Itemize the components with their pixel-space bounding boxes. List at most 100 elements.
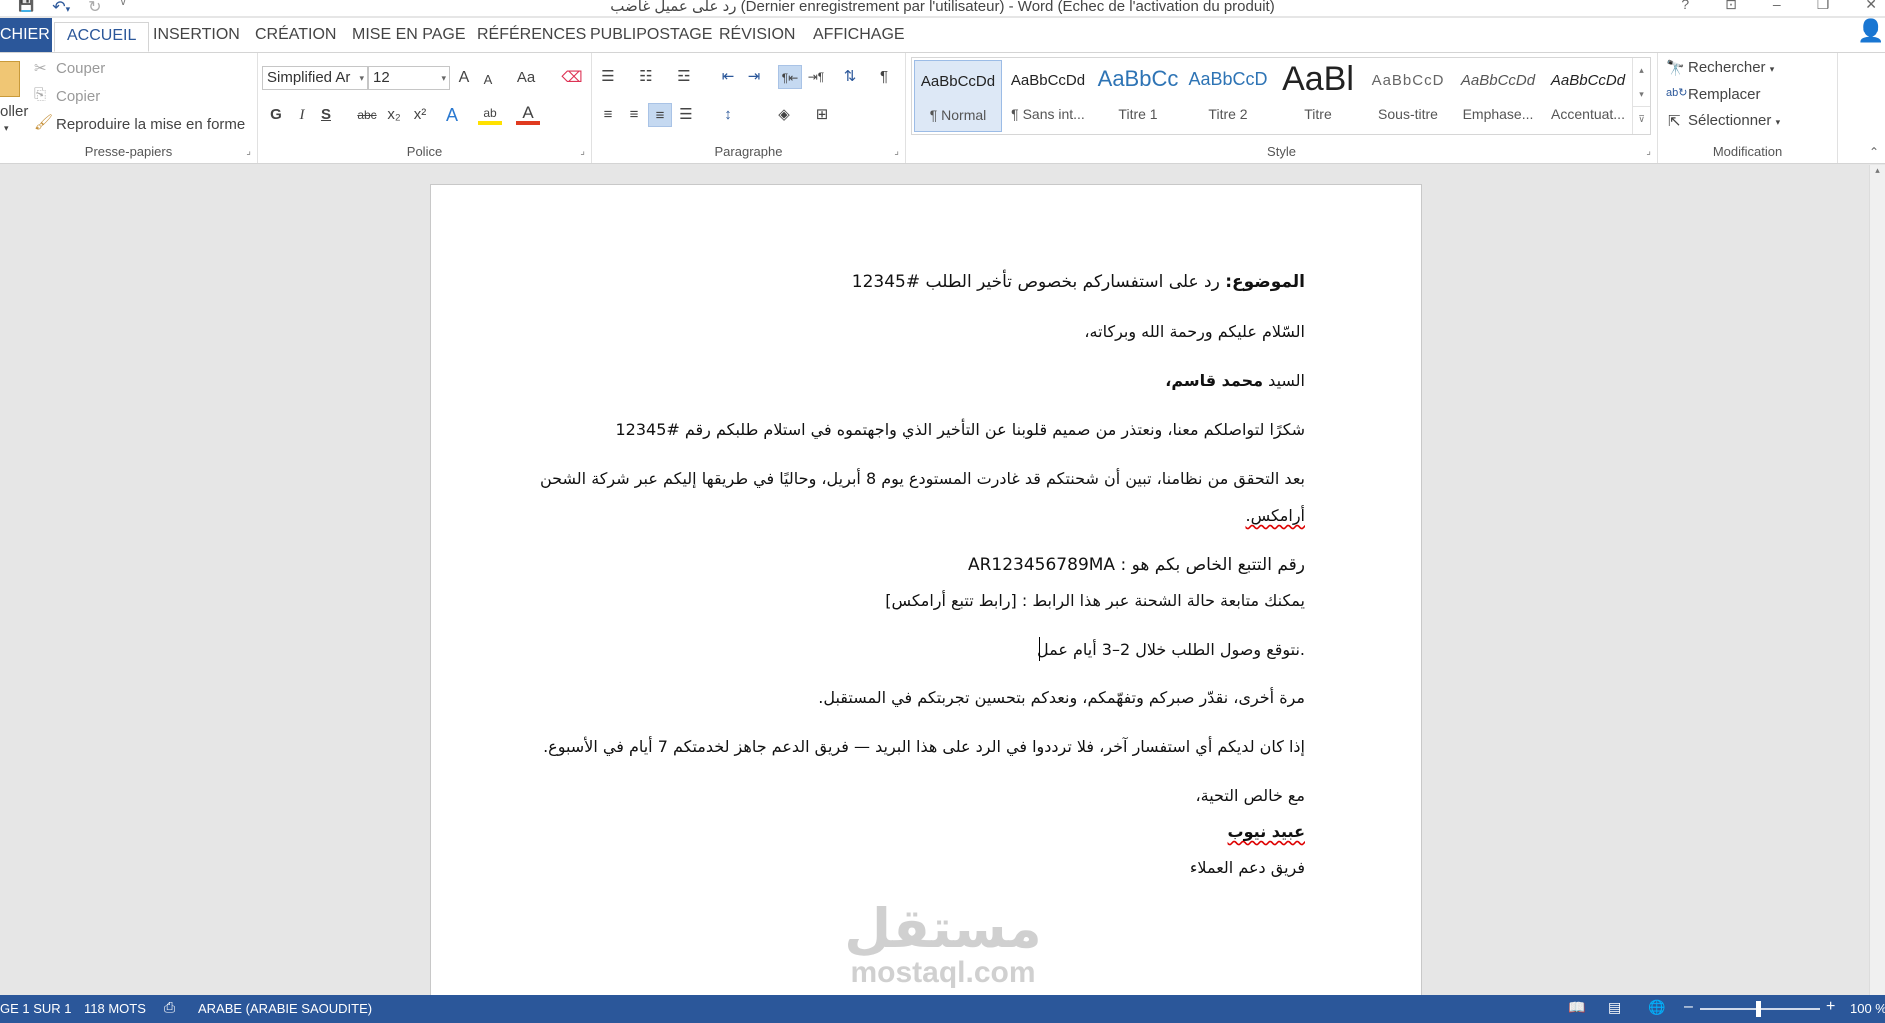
align-left-icon[interactable]: ≡ bbox=[596, 103, 620, 127]
font-launcher-icon[interactable]: ⌟ bbox=[580, 146, 585, 157]
close-button[interactable]: ✕ bbox=[1865, 0, 1877, 13]
strikethrough-button[interactable]: abc bbox=[352, 103, 382, 127]
copy-button[interactable]: Copier bbox=[56, 88, 100, 105]
rtl-direction-icon[interactable]: ⇥¶ bbox=[804, 65, 828, 89]
gallery-more-icon[interactable]: ⊽ bbox=[1633, 106, 1650, 130]
text-effects-button[interactable]: A bbox=[440, 103, 464, 127]
line-spacing-icon[interactable]: ↕ bbox=[716, 103, 740, 127]
font-size-select[interactable]: 12 ▾ bbox=[368, 66, 450, 90]
clipboard-group: oller ▾ ✂ Couper ⎘ Copier 🖌 Reproduire l… bbox=[0, 53, 258, 163]
zoom-in-button[interactable]: + bbox=[1826, 998, 1835, 1016]
tab-mise-en-page[interactable]: MISE EN PAGE bbox=[340, 24, 478, 52]
watermark-logo: مستقل mostaql.com bbox=[828, 900, 1058, 988]
ltr-direction-icon[interactable]: ¶⇤ bbox=[778, 65, 802, 89]
watermark-arabic: مستقل bbox=[844, 897, 1042, 960]
subject-label: الموضوع: bbox=[1225, 272, 1305, 292]
print-layout-icon[interactable]: ▤ bbox=[1608, 999, 1621, 1016]
document-page[interactable]: الموضوع: رد على استفساركم بخصوص تأخير ال… bbox=[430, 184, 1422, 995]
style-sample: AaBbCcDd bbox=[920, 73, 996, 90]
styles-launcher-icon[interactable]: ⌟ bbox=[1646, 146, 1651, 157]
paste-icon[interactable] bbox=[0, 61, 20, 97]
help-button[interactable]: ? bbox=[1681, 0, 1689, 13]
find-button[interactable]: Rechercher ▾ bbox=[1688, 59, 1774, 76]
shrink-font-button[interactable]: A bbox=[476, 68, 500, 92]
replace-button[interactable]: Remplacer bbox=[1688, 86, 1761, 103]
style-sans-interligne[interactable]: AaBbCcDd ¶ Sans int... bbox=[1004, 60, 1092, 132]
paragraph-group: ☰ ☷ ☲ ⇤ ⇥ ¶⇤ ⇥¶ ⇅ ¶ ≡ ≡ ≡ ☰ ↕ ◈ ⊞ Paragr… bbox=[592, 53, 906, 163]
clear-formatting-icon[interactable]: ⌫ bbox=[560, 66, 584, 90]
recipient-name: محمد قاسم، bbox=[1165, 371, 1264, 390]
ribbon-display-icon[interactable]: ⊡ bbox=[1725, 0, 1737, 13]
paste-label[interactable]: oller bbox=[0, 103, 28, 120]
font-name-select[interactable]: Simplified Ar ▾ bbox=[262, 66, 368, 90]
style-normal[interactable]: AaBbCcDd ¶ Normal bbox=[914, 60, 1002, 132]
font-name-value: Simplified Ar bbox=[267, 69, 351, 86]
style-sample: AaBbCcD bbox=[1371, 72, 1445, 89]
select-button[interactable]: Sélectionner ▾ bbox=[1688, 112, 1780, 129]
multilevel-list-icon[interactable]: ☲ bbox=[672, 65, 696, 89]
numbering-icon[interactable]: ☷ bbox=[634, 65, 658, 89]
paragraph-launcher-icon[interactable]: ⌟ bbox=[894, 146, 899, 157]
style-titre-1[interactable]: AaBbCc Titre 1 bbox=[1094, 60, 1182, 132]
align-right-icon[interactable]: ≡ bbox=[648, 103, 672, 127]
font-group-label: Police bbox=[406, 144, 443, 159]
style-accentuation[interactable]: AaBbCcDd Accentuat... bbox=[1544, 60, 1632, 132]
tab-affichage[interactable]: AFFICHAGE bbox=[801, 24, 917, 52]
style-titre-2[interactable]: AaBbCcD Titre 2 bbox=[1184, 60, 1272, 132]
collapse-ribbon-caret-icon[interactable]: ⌃ bbox=[1869, 145, 1879, 159]
read-mode-icon[interactable]: 📖 bbox=[1568, 999, 1585, 1016]
vertical-scrollbar[interactable]: ▴ bbox=[1869, 165, 1885, 995]
shading-icon[interactable]: ◈ bbox=[772, 103, 796, 127]
tab-creation[interactable]: CRÉATION bbox=[243, 24, 348, 52]
pilcrow-button[interactable]: ¶ bbox=[872, 65, 896, 89]
zoom-out-button[interactable]: – bbox=[1684, 998, 1693, 1016]
web-layout-icon[interactable]: 🌐 bbox=[1648, 999, 1665, 1016]
page-count[interactable]: GE 1 SUR 1 bbox=[0, 1001, 72, 1016]
chevron-up-icon[interactable]: ▴ bbox=[1870, 165, 1885, 176]
decrease-indent-icon[interactable]: ⇤ bbox=[716, 65, 740, 89]
superscript-button[interactable]: x² bbox=[408, 103, 432, 127]
style-name: Sous-titre bbox=[1378, 106, 1438, 122]
bullets-icon[interactable]: ☰ bbox=[596, 65, 620, 89]
tab-insertion[interactable]: INSERTION bbox=[141, 24, 252, 52]
paragraph-apology: شكرًا لتواصلكم معنا، ونعتذر من صميم قلوب… bbox=[615, 420, 1305, 439]
subscript-button[interactable]: x₂ bbox=[382, 103, 406, 127]
paste-drop-icon[interactable]: ▾ bbox=[4, 123, 9, 134]
restore-button[interactable]: ❐ bbox=[1817, 0, 1830, 13]
align-center-icon[interactable]: ≡ bbox=[622, 103, 646, 127]
language-status[interactable]: ARABE (ARABIE SAOUDITE) bbox=[198, 1001, 372, 1016]
chevron-up-icon[interactable]: ▴ bbox=[1633, 58, 1650, 82]
cut-button[interactable]: Couper bbox=[56, 60, 105, 77]
format-painter-button[interactable]: Reproduire la mise en forme bbox=[56, 116, 245, 133]
tab-publipostage[interactable]: PUBLIPOSTAGE bbox=[578, 24, 724, 52]
style-titre[interactable]: AaBl Titre bbox=[1274, 60, 1362, 132]
sort-icon[interactable]: ⇅ bbox=[838, 65, 862, 89]
justify-icon[interactable]: ☰ bbox=[674, 103, 698, 127]
italic-button[interactable]: I bbox=[290, 103, 314, 127]
grow-font-button[interactable]: A bbox=[452, 66, 476, 90]
tab-revision[interactable]: RÉVISION bbox=[707, 24, 807, 52]
proofing-icon[interactable]: ⎙ bbox=[164, 999, 175, 1016]
style-sous-titre[interactable]: AaBbCcD Sous-titre bbox=[1364, 60, 1452, 132]
word-count[interactable]: 118 MOTS bbox=[84, 1001, 146, 1016]
borders-icon[interactable]: ⊞ bbox=[810, 103, 834, 127]
gallery-scroll[interactable]: ▴ ▾ ⊽ bbox=[1632, 58, 1650, 134]
font-color-button[interactable]: A bbox=[516, 101, 540, 125]
highlight-button[interactable]: ab bbox=[478, 101, 502, 125]
chevron-down-icon[interactable]: ▾ bbox=[1633, 82, 1650, 106]
user-avatar[interactable]: 👤 bbox=[1857, 18, 1885, 48]
underline-button[interactable]: S bbox=[314, 103, 338, 127]
chevron-down-icon: ▾ bbox=[359, 73, 364, 83]
bold-button[interactable]: G bbox=[264, 103, 288, 127]
minimize-button[interactable]: – bbox=[1773, 0, 1781, 13]
tracking-line: رقم التتبع الخاص بكم هو : AR123456789MA bbox=[967, 555, 1305, 575]
style-emphase[interactable]: AaBbCcDd Emphase... bbox=[1454, 60, 1542, 132]
tab-accueil[interactable]: ACCUEIL bbox=[54, 22, 150, 52]
zoom-level[interactable]: 100 % bbox=[1850, 1001, 1885, 1016]
change-case-button[interactable]: Aa bbox=[510, 66, 542, 90]
zoom-slider-thumb[interactable] bbox=[1756, 1001, 1761, 1017]
increase-indent-icon[interactable]: ⇥ bbox=[742, 65, 766, 89]
clipboard-group-label: Presse-papiers bbox=[84, 144, 173, 159]
clipboard-launcher-icon[interactable]: ⌟ bbox=[246, 146, 251, 157]
tab-file[interactable]: CHIER bbox=[0, 18, 52, 52]
